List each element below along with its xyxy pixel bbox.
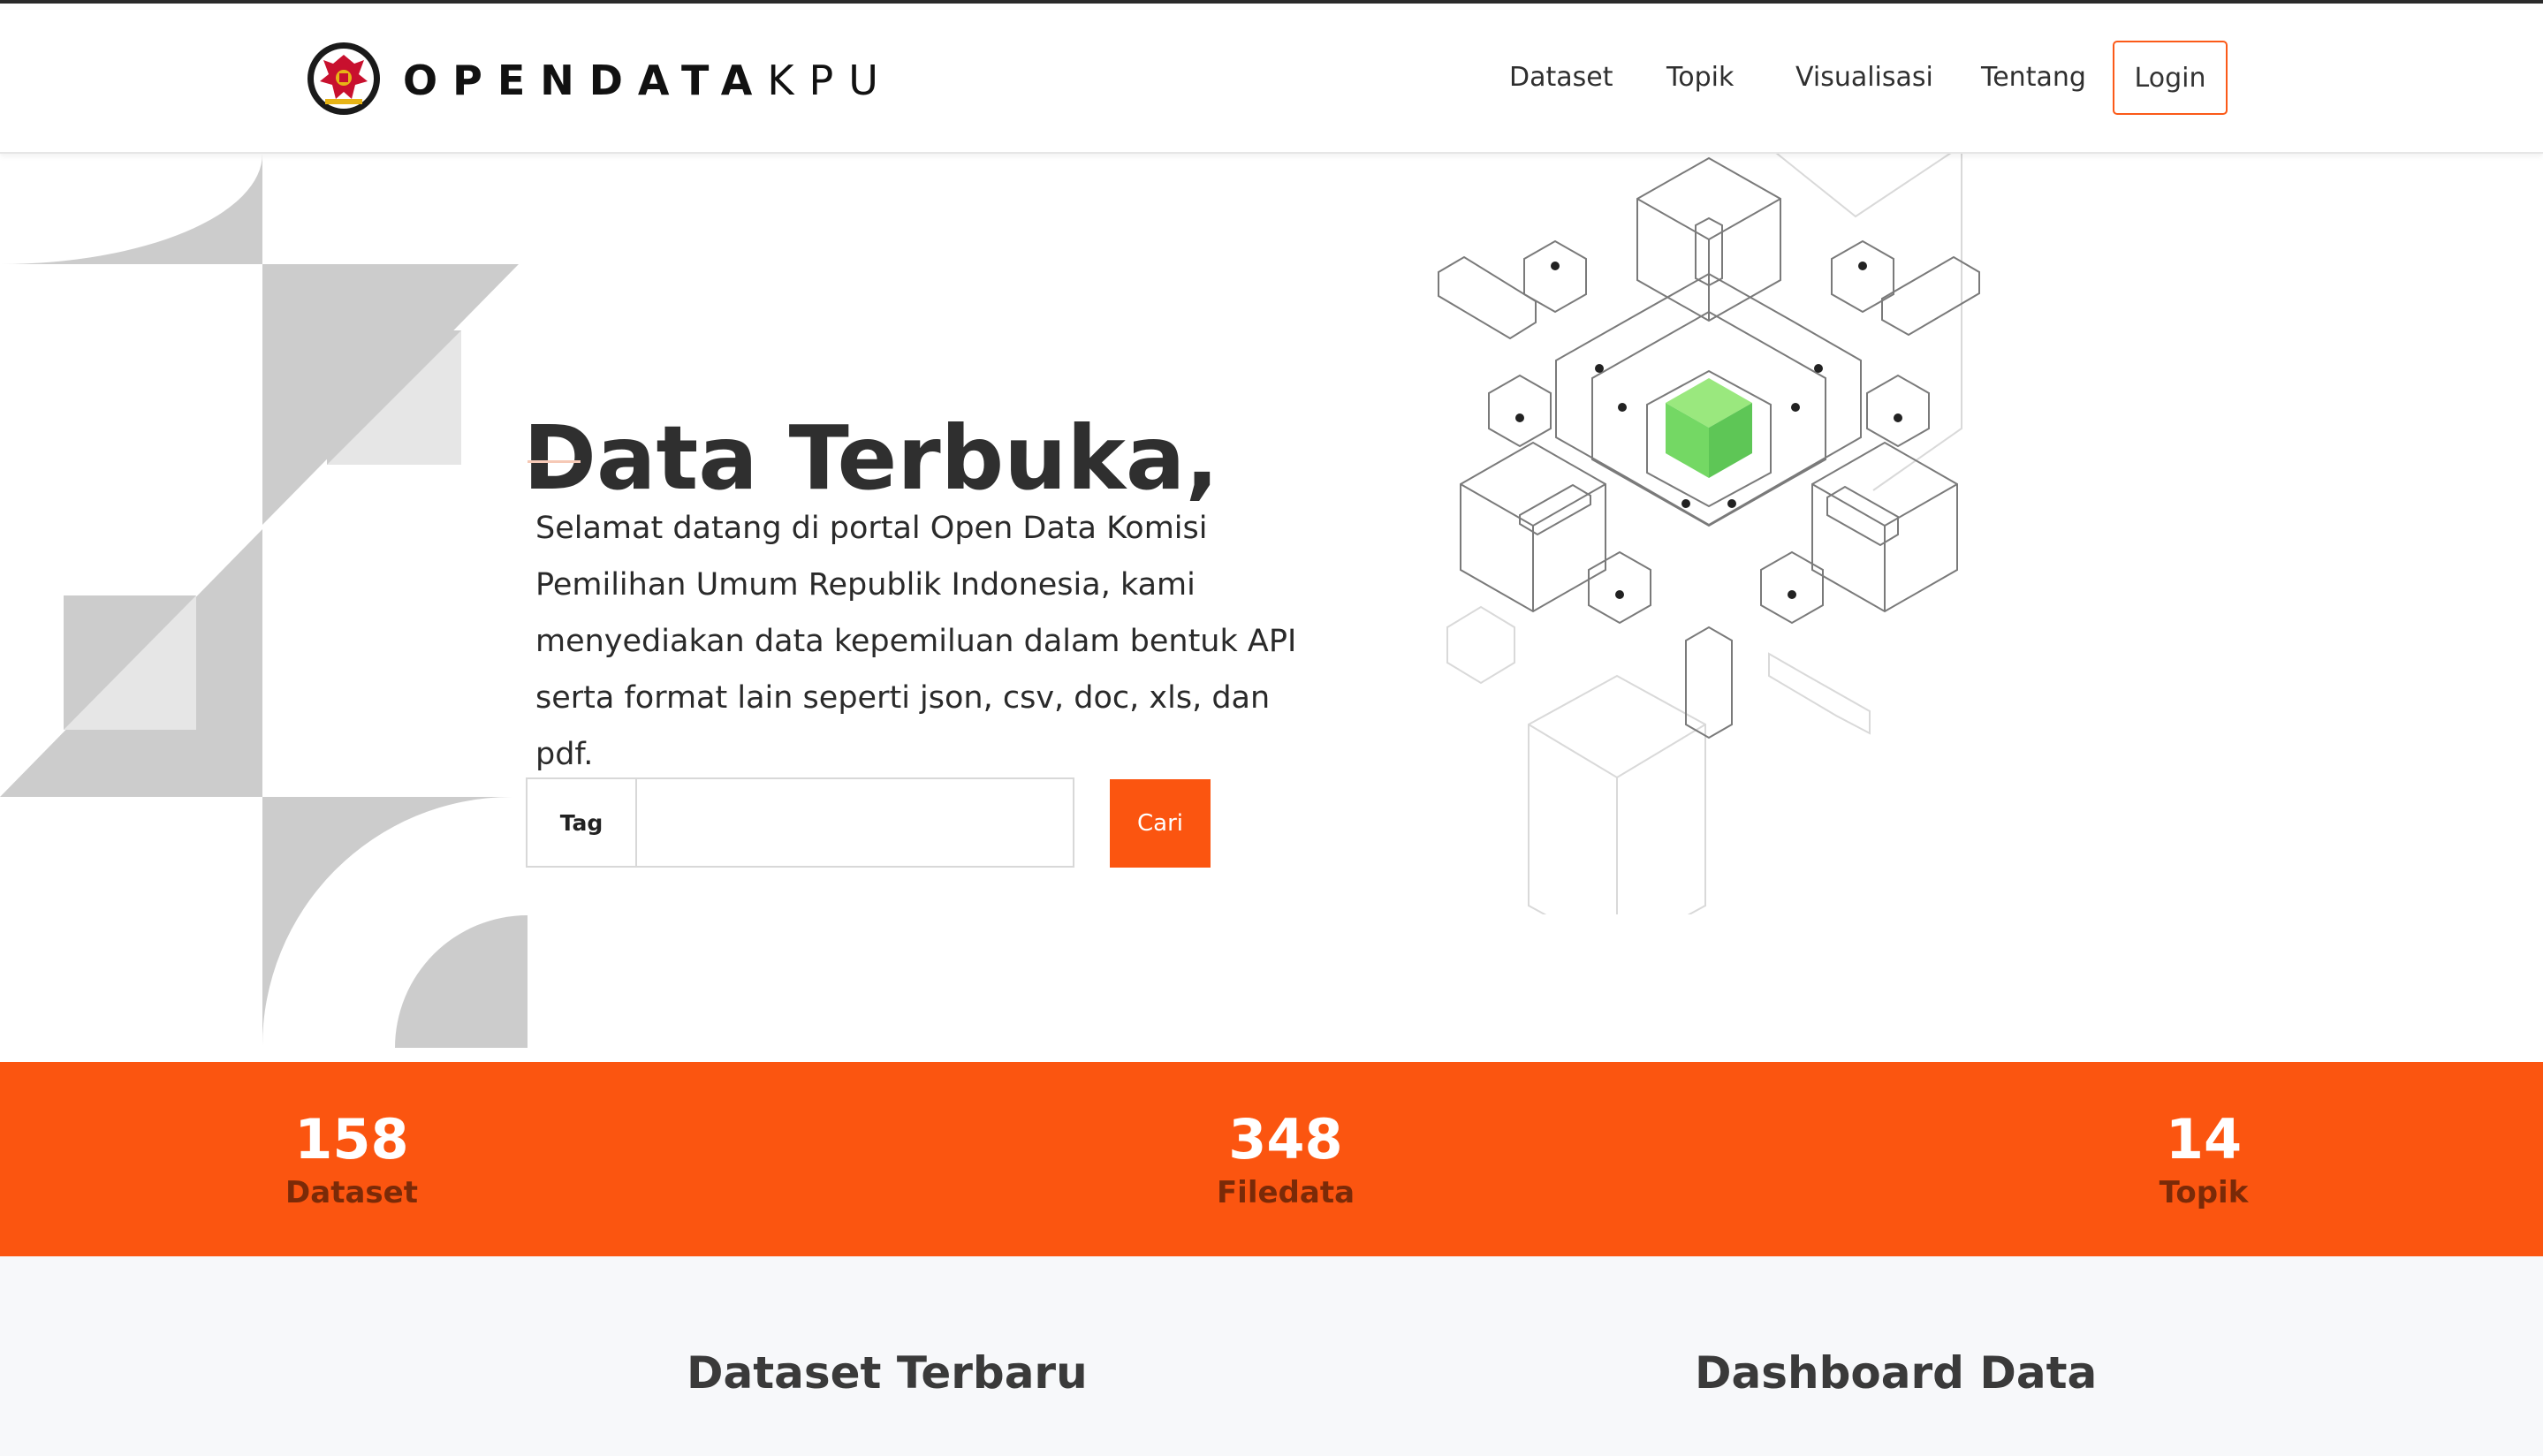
stat-filedata[interactable]: 348 Filedata xyxy=(1109,1108,1462,1214)
brand-bold: OPENDATA xyxy=(403,57,768,104)
stat-value: 348 xyxy=(1228,1107,1343,1172)
brand-light: KPU xyxy=(767,57,893,104)
tag-search-input[interactable] xyxy=(637,779,1070,866)
nav-visualisasi[interactable]: Visualisasi xyxy=(1795,60,1933,95)
kpu-garuda-emblem-icon[interactable] xyxy=(306,37,382,120)
stat-topik[interactable]: 14 Topik xyxy=(2027,1108,2380,1214)
stat-value: 14 xyxy=(2165,1107,2243,1172)
tag-search-box: Tag xyxy=(526,777,1074,868)
stat-label: Topik xyxy=(2159,1175,2249,1210)
network-cubes-illustration xyxy=(1438,146,1980,914)
stat-dataset[interactable]: 158 Dataset xyxy=(175,1108,528,1214)
brand-wordmark[interactable]: OPENDATAKPU xyxy=(403,58,893,102)
navbar: OPENDATAKPU Dataset Topik Visualisasi Te… xyxy=(0,4,2543,154)
decorative-geometric-pattern xyxy=(0,154,528,1048)
stat-label: Filedata xyxy=(1216,1175,1355,1210)
stat-value: 158 xyxy=(294,1107,409,1172)
login-button[interactable]: Login xyxy=(2113,41,2228,115)
nav-topik[interactable]: Topik xyxy=(1666,60,1734,95)
nav-dataset[interactable]: Dataset xyxy=(1509,60,1613,95)
lower-section: Dataset Terbaru Dashboard Data xyxy=(0,1256,2543,1456)
stats-bar: 158 Dataset 348 Filedata 14 Topik xyxy=(0,1062,2543,1256)
hero-title: Data Terbuka, xyxy=(523,406,1219,510)
section-title-dashboard: Dashboard Data xyxy=(1695,1347,2098,1399)
hero-description: Selamat datang di portal Open Data Komis… xyxy=(535,511,1297,772)
title-underline xyxy=(528,460,581,463)
stat-label: Dataset xyxy=(285,1175,418,1210)
section-title-latest: Dataset Terbaru xyxy=(687,1347,1088,1399)
tag-label: Tag xyxy=(528,779,637,866)
search-button[interactable]: Cari xyxy=(1110,779,1211,868)
nav-tentang[interactable]: Tentang xyxy=(1981,60,2086,95)
